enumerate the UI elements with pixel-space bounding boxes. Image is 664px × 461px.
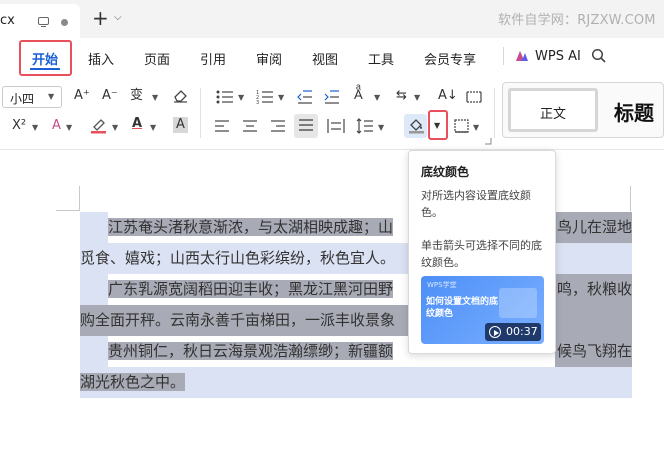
shading-color-tooltip: 底纹颜色 对所选内容设置底纹颜色。 单击箭头可选择不同的底纹颜色。 WPS学堂 … — [408, 150, 556, 354]
selected-text: 江苏奄头渚秋意渐浓，与太湖相映成趣；山 — [108, 218, 394, 236]
font-grow-icon[interactable]: A⁺ — [74, 88, 90, 104]
numbered-list-chevron-icon[interactable]: ▼ — [278, 93, 284, 102]
paragraph-indent — [80, 212, 108, 243]
selected-text: 贵州铜仁，秋日云海景观浩瀚缥缈；新疆额 — [108, 342, 394, 360]
tab-reference[interactable]: 引用 — [200, 49, 226, 68]
superscript-chevron-icon[interactable]: ▼ — [32, 123, 38, 132]
selected-text: 鸟儿在湿地 — [555, 212, 632, 243]
clear-format-icon[interactable] — [172, 88, 189, 103]
chevron-down-icon: ▼ — [48, 92, 55, 101]
font-color-icon[interactable]: A — [132, 116, 142, 132]
document-tab[interactable]: cx — [0, 4, 80, 38]
paragraph-indent — [80, 336, 108, 367]
active-tab-underline — [30, 68, 60, 70]
numbered-list-icon[interactable]: 123 — [256, 90, 274, 104]
wps-ai-button[interactable]: WPS AI — [535, 49, 581, 64]
justify-button[interactable] — [294, 114, 318, 138]
shading-color-dropdown-button[interactable]: ▼ — [428, 110, 448, 140]
video-brand: WPS学堂 — [427, 281, 457, 289]
shading-chevron-down-icon: ▼ — [434, 121, 441, 130]
page-corner-mark — [56, 210, 80, 211]
paragraph-settings-launcher-icon[interactable] — [484, 137, 492, 145]
bullet-list-icon[interactable] — [216, 90, 234, 104]
increase-indent-icon[interactable] — [324, 90, 340, 104]
text-direction-icon[interactable]: Aͣ — [354, 88, 363, 104]
font-shrink-icon[interactable]: A⁻ — [102, 88, 118, 104]
char-shading-icon[interactable]: A — [173, 117, 188, 133]
highlight-icon[interactable] — [90, 117, 108, 134]
decrease-indent-icon[interactable] — [297, 90, 313, 104]
tooltip-description: 对所选内容设置底纹颜色。 — [421, 189, 531, 219]
sort-icon[interactable]: A↓ — [438, 88, 458, 104]
line-spacing-icon[interactable] — [356, 118, 374, 134]
font-color-chevron-icon[interactable]: ▼ — [150, 123, 156, 132]
tab-page[interactable]: 页面 — [144, 49, 170, 68]
text-effect-icon[interactable]: A — [52, 118, 61, 134]
toolbar-divider — [494, 88, 495, 138]
page-corner-mark — [79, 186, 80, 211]
phonetic-guide-chevron-icon[interactable]: ▼ — [152, 93, 158, 102]
svg-text:3: 3 — [256, 100, 259, 104]
justify-icon — [299, 119, 313, 131]
shading-color-icon — [409, 119, 424, 134]
menu-bar: 开始 插入 页面 引用 审阅 视图 工具 会员专享 WPS AI — [0, 38, 664, 76]
show-marks-icon[interactable] — [466, 91, 482, 103]
align-left-icon[interactable] — [214, 120, 230, 133]
phonetic-guide-icon[interactable]: 变 — [130, 88, 143, 104]
selected-text: 湖光秋色之中。 — [80, 373, 186, 391]
selected-text: 购全面开秤。云南永善千亩梯田，一派丰收景象 — [80, 311, 396, 329]
style-normal-label: 正文 — [539, 107, 566, 122]
tutorial-video-thumbnail[interactable]: WPS学堂 如何设置文档的底纹颜色 00:37 — [421, 276, 544, 344]
font-size-select[interactable]: 小四 ▼ — [2, 86, 62, 108]
style-heading-button[interactable]: 标题 — [614, 97, 654, 126]
paragraph-line: 湖光秋色之中。 — [80, 367, 632, 398]
selected-text: 候鸟飞翔在 — [555, 336, 632, 367]
line-spacing-chevron-icon[interactable]: ▼ — [378, 123, 384, 132]
watermark-text: 软件自学网：RJZXW.COM — [498, 13, 656, 28]
menu-divider — [503, 47, 504, 65]
wps-ai-logo-icon[interactable] — [515, 49, 529, 63]
tab-tools[interactable]: 工具 — [368, 49, 394, 68]
text-effect-chevron-icon[interactable]: ▼ — [66, 123, 72, 132]
paragraph-indent — [80, 274, 108, 305]
tab-insert[interactable]: 插入 — [88, 49, 114, 68]
line-break-chevron-icon[interactable]: ▼ — [414, 93, 420, 102]
line-break-icon[interactable]: ⇆ — [396, 88, 407, 104]
border-chevron-icon[interactable]: ▼ — [473, 123, 479, 132]
unsaved-dot-icon — [61, 19, 68, 26]
font-size-value: 小四 — [10, 92, 35, 106]
superscript-icon[interactable]: X² — [12, 118, 26, 134]
tooltip-hint: 单击箭头可选择不同的底纹颜色。 — [421, 239, 542, 269]
active-tab-highlight-box — [19, 40, 72, 76]
selected-text: 广东乳源宽阔稻田迎丰收；黑龙江黑河田野 — [108, 280, 394, 298]
bullet-list-chevron-icon[interactable]: ▼ — [238, 93, 244, 102]
search-icon[interactable] — [591, 48, 606, 63]
tooltip-title: 底纹颜色 — [421, 165, 470, 179]
monitor-icon[interactable] — [38, 17, 49, 28]
new-tab-button[interactable]: + — [92, 8, 109, 28]
tab-review[interactable]: 审阅 — [256, 49, 282, 68]
selected-text: 觅食、嬉戏；山西太行山色彩缤纷，秋色宜人。 — [80, 249, 396, 267]
video-caption: 如何设置文档的底纹颜色 — [426, 297, 499, 319]
style-normal-button[interactable]: 正文 — [508, 88, 598, 132]
tab-view[interactable]: 视图 — [312, 49, 338, 68]
highlight-chevron-icon[interactable]: ▼ — [112, 123, 118, 132]
text-direction-chevron-icon[interactable]: ▼ — [374, 93, 380, 102]
video-duration: 00:37 — [506, 325, 538, 338]
new-tab-chevron-down-icon[interactable]: ⌵ — [114, 12, 122, 23]
play-icon — [489, 326, 501, 338]
align-right-icon[interactable] — [270, 120, 286, 133]
distributed-icon[interactable] — [327, 118, 345, 134]
video-play-button[interactable]: 00:37 — [485, 323, 541, 341]
document-tab-name: cx — [0, 13, 15, 28]
page-corner-mark — [630, 186, 631, 211]
tab-member[interactable]: 会员专享 — [424, 49, 476, 68]
title-bar: cx + ⌵ 软件自学网：RJZXW.COM — [0, 0, 664, 38]
selected-text: 鸣，秋粮收 — [555, 274, 632, 305]
align-center-icon[interactable] — [242, 120, 258, 133]
border-icon[interactable] — [454, 119, 469, 133]
toolbar-divider — [200, 88, 201, 138]
